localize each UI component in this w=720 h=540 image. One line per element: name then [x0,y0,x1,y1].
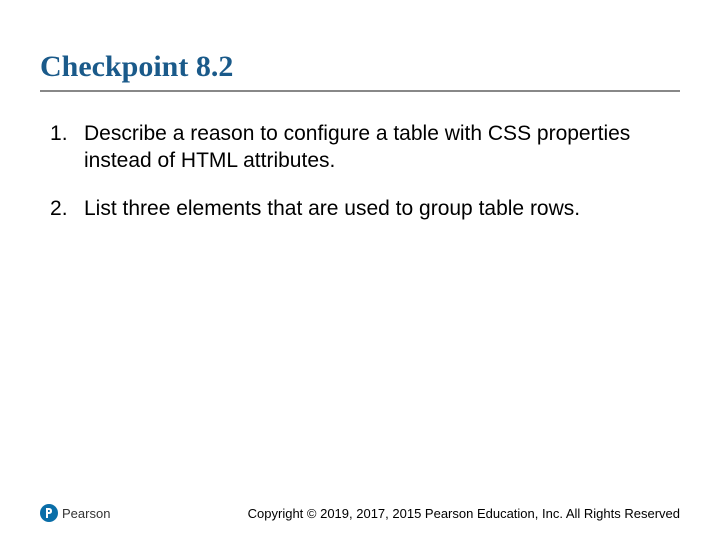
slide: Checkpoint 8.2 Describe a reason to conf… [0,0,720,540]
p-icon [44,507,54,519]
list-item: List three elements that are used to gro… [40,195,680,222]
slide-footer: Pearson Copyright © 2019, 2017, 2015 Pea… [40,504,680,522]
publisher-name: Pearson [62,506,110,521]
list-item: Describe a reason to configure a table w… [40,120,680,175]
question-list: Describe a reason to configure a table w… [40,120,680,222]
slide-title: Checkpoint 8.2 [40,50,680,92]
pearson-logo-icon [40,504,58,522]
publisher-logo: Pearson [40,504,110,522]
copyright-text: Copyright © 2019, 2017, 2015 Pearson Edu… [248,506,680,521]
